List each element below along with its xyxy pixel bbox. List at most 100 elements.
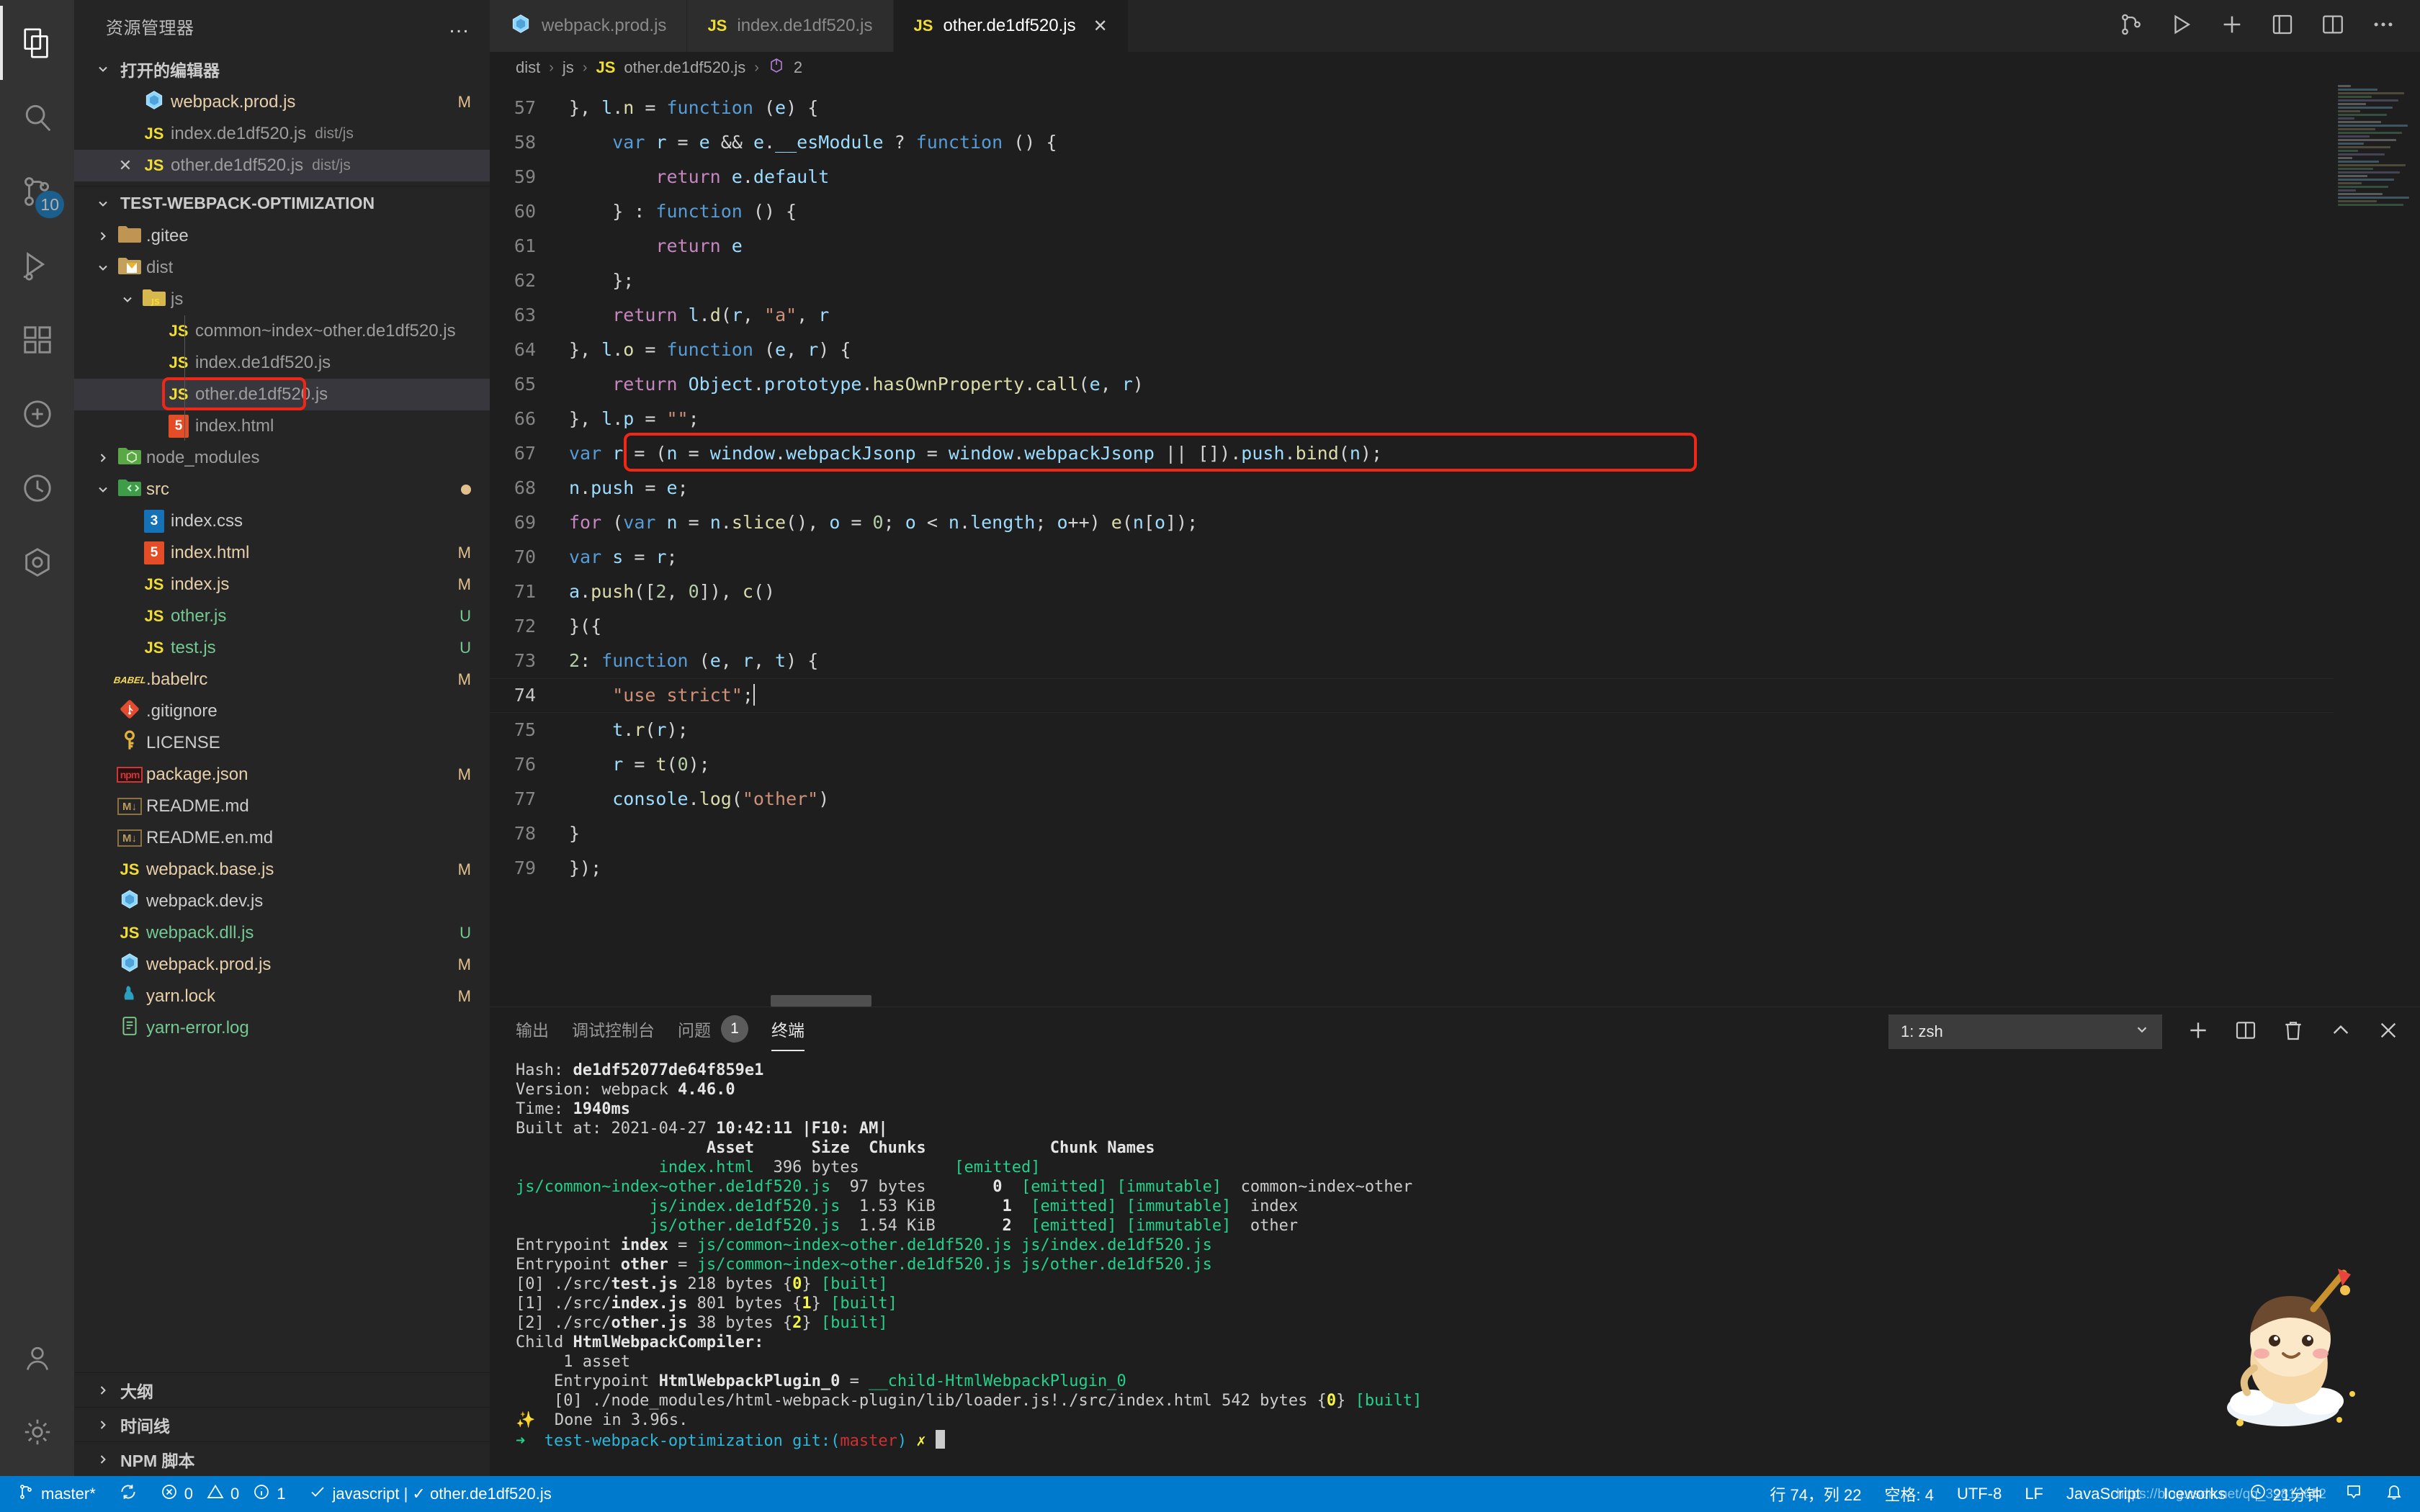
close-icon[interactable] — [2377, 1019, 2400, 1045]
breadcrumb-item[interactable]: 2 — [794, 58, 802, 77]
editor-tab[interactable]: webpack.prod.js — [490, 0, 688, 52]
tree-file-item[interactable]: JS other.de1df520.js — [74, 377, 490, 410]
tree-file-item[interactable]: 5 index.html M — [74, 537, 490, 569]
tree-file-item[interactable]: M↓ README.en.md — [74, 822, 490, 854]
terminal-selector[interactable]: 1: zsh — [1888, 1014, 2162, 1049]
code-text[interactable]: }, l.o = function (e, r) { — [569, 333, 851, 367]
trash-icon[interactable] — [2282, 1019, 2305, 1045]
panel-tab[interactable]: 问题 1 — [678, 1015, 748, 1048]
editor-tab[interactable]: JS other.de1df520.js ✕ — [893, 0, 1129, 52]
tree-file-item[interactable]: JS other.js U — [74, 600, 490, 632]
breadcrumb-item[interactable]: dist — [516, 58, 540, 77]
tree-file-item[interactable]: webpack.dev.js — [74, 886, 490, 917]
status-eol[interactable]: LF — [2013, 1476, 2055, 1512]
tree-file-item[interactable]: webpack.prod.js M — [74, 949, 490, 981]
sidebar-section-时间线[interactable]: 时间线 — [74, 1407, 490, 1441]
tree-file-item[interactable]: JS webpack.dll.js U — [74, 917, 490, 949]
code-text[interactable]: var r = e && e.__esModule ? function () … — [569, 125, 1057, 160]
code-text[interactable]: console.log("other") — [569, 782, 829, 816]
code-text[interactable]: var r = (n = window.webpackJsonp = windo… — [569, 436, 1382, 471]
code-text[interactable]: 2: function (e, r, t) { — [569, 644, 818, 678]
code-area[interactable]: 57}, l.n = function (e) {58 var r = e &&… — [490, 84, 2334, 1007]
code-text[interactable]: }, l.n = function (e) { — [569, 91, 818, 125]
code-text[interactable]: return e — [569, 229, 742, 264]
code-text[interactable]: } — [569, 816, 580, 851]
chevron-right-icon[interactable] — [93, 1451, 113, 1467]
close-icon[interactable]: ✕ — [1093, 16, 1108, 37]
new-terminal-icon[interactable] — [2187, 1019, 2210, 1045]
tree-file-item[interactable]: JS webpack.base.js M — [74, 854, 490, 886]
book-icon[interactable] — [2270, 12, 2295, 40]
editor-tab[interactable]: JS index.de1df520.js — [687, 0, 894, 52]
chevron-right-icon[interactable] — [93, 450, 113, 467]
tree-folder-item[interactable]: src — [74, 474, 490, 505]
tree-folder-item[interactable]: .gitee — [74, 220, 490, 252]
status-eslint[interactable]: javascript | ✓ other.de1df520.js — [297, 1476, 563, 1512]
open-editor-item[interactable]: JS index.de1df520.js dist/js — [74, 118, 490, 150]
code-text[interactable]: }({ — [569, 609, 601, 644]
panel-tab[interactable]: 输出 — [516, 1017, 549, 1047]
status-bell[interactable] — [2374, 1476, 2414, 1512]
section-workspace[interactable]: TEST-WEBPACK-OPTIMIZATION — [74, 186, 490, 220]
activity-bar-item-docker[interactable] — [0, 377, 74, 451]
plus-icon[interactable] — [2220, 12, 2244, 40]
activity-bar-item-manage[interactable] — [0, 1395, 74, 1469]
section-open-editors[interactable]: 打开的编辑器 — [74, 52, 490, 86]
code-text[interactable]: } : function () { — [569, 194, 797, 229]
status-sync[interactable] — [107, 1476, 149, 1512]
tree-file-item[interactable]: JS common~index~other.de1df520.js — [74, 315, 490, 347]
tree-file-item[interactable]: JS test.js U — [74, 632, 490, 664]
activity-bar-item-search[interactable] — [0, 80, 74, 154]
code-text[interactable]: t.r(r); — [569, 713, 688, 747]
status-cursor-position[interactable]: 行 74，列 22 — [1758, 1476, 1873, 1512]
activity-bar-item-source-control[interactable]: 10 — [0, 154, 74, 228]
panel-tab[interactable]: 调试控制台 — [572, 1017, 655, 1047]
chevron-up-icon[interactable] — [2329, 1019, 2352, 1045]
chevron-right-icon[interactable] — [93, 1416, 113, 1433]
code-text[interactable]: }, l.p = ""; — [569, 402, 699, 436]
chevron-right-icon[interactable] — [93, 1382, 113, 1398]
activity-bar-item-explorer[interactable] — [0, 6, 74, 80]
scrollbar-thumb[interactable] — [771, 995, 871, 1007]
tree-file-item[interactable]: 3 index.css — [74, 505, 490, 537]
sidebar-section-大纲[interactable]: 大纲 — [74, 1372, 490, 1407]
editor-vertical-scrollbar[interactable] — [2406, 84, 2420, 1007]
code-text[interactable]: for (var n = n.slice(), o = 0; o < n.len… — [569, 505, 1198, 540]
tree-file-item[interactable]: .gitignore — [74, 696, 490, 727]
tree-file-item[interactable]: BABEL .babelrc M — [74, 664, 490, 696]
status-encoding[interactable]: UTF-8 — [1945, 1476, 2013, 1512]
split-terminal-icon[interactable] — [2234, 1019, 2257, 1045]
chevron-down-icon[interactable] — [93, 260, 113, 276]
tree-file-item[interactable]: yarn-error.log — [74, 1012, 490, 1044]
code-text[interactable]: return e.default — [569, 160, 829, 194]
status-problems[interactable]: 0 0 1 — [149, 1476, 297, 1512]
code-text[interactable]: }); — [569, 851, 601, 886]
code-text[interactable]: n.push = e; — [569, 471, 689, 505]
terminal-output[interactable]: Hash: de1df52077de64f859e1 Version: webpa… — [490, 1056, 2420, 1476]
tree-file-item[interactable]: yarn.lock M — [74, 981, 490, 1012]
merge-icon[interactable] — [2119, 12, 2143, 40]
chevron-right-icon[interactable] — [93, 228, 113, 245]
activity-bar-item-settings-sync[interactable] — [0, 525, 74, 599]
close-icon[interactable]: ✕ — [113, 156, 138, 175]
activity-bar-item-run-debug[interactable] — [0, 228, 74, 302]
split-icon[interactable] — [2321, 12, 2345, 40]
sidebar-section-NPM 脚本[interactable]: NPM 脚本 — [74, 1441, 490, 1476]
sidebar-more-actions-icon[interactable]: … — [448, 14, 471, 38]
code-text[interactable]: a.push([2, 0]), c() — [569, 575, 775, 609]
code-text[interactable]: "use strict"; — [569, 678, 755, 713]
tree-file-item[interactable]: LICENSE — [74, 727, 490, 759]
code-text[interactable]: return Object.prototype.hasOwnProperty.c… — [569, 367, 1144, 402]
open-editor-item[interactable]: webpack.prod.js M — [74, 86, 490, 118]
breadcrumb[interactable]: dist › js › JS other.de1df520.js › 2 — [490, 52, 2420, 84]
breadcrumb-item[interactable]: js — [563, 58, 574, 77]
tree-file-item[interactable]: JS index.de1df520.js — [74, 347, 490, 379]
tree-folder-item[interactable]: node_modules — [74, 442, 490, 474]
activity-bar-item-timeline[interactable] — [0, 451, 74, 525]
activity-bar-item-extensions[interactable] — [0, 302, 74, 377]
breadcrumb-item[interactable]: other.de1df520.js — [624, 58, 745, 77]
code-text[interactable]: }; — [569, 264, 634, 298]
tree-folder-item[interactable]: JS js — [74, 284, 490, 315]
open-editor-item[interactable]: ✕ JS other.de1df520.js dist/js — [74, 150, 490, 181]
code-text[interactable]: return l.d(r, "a", r — [569, 298, 829, 333]
